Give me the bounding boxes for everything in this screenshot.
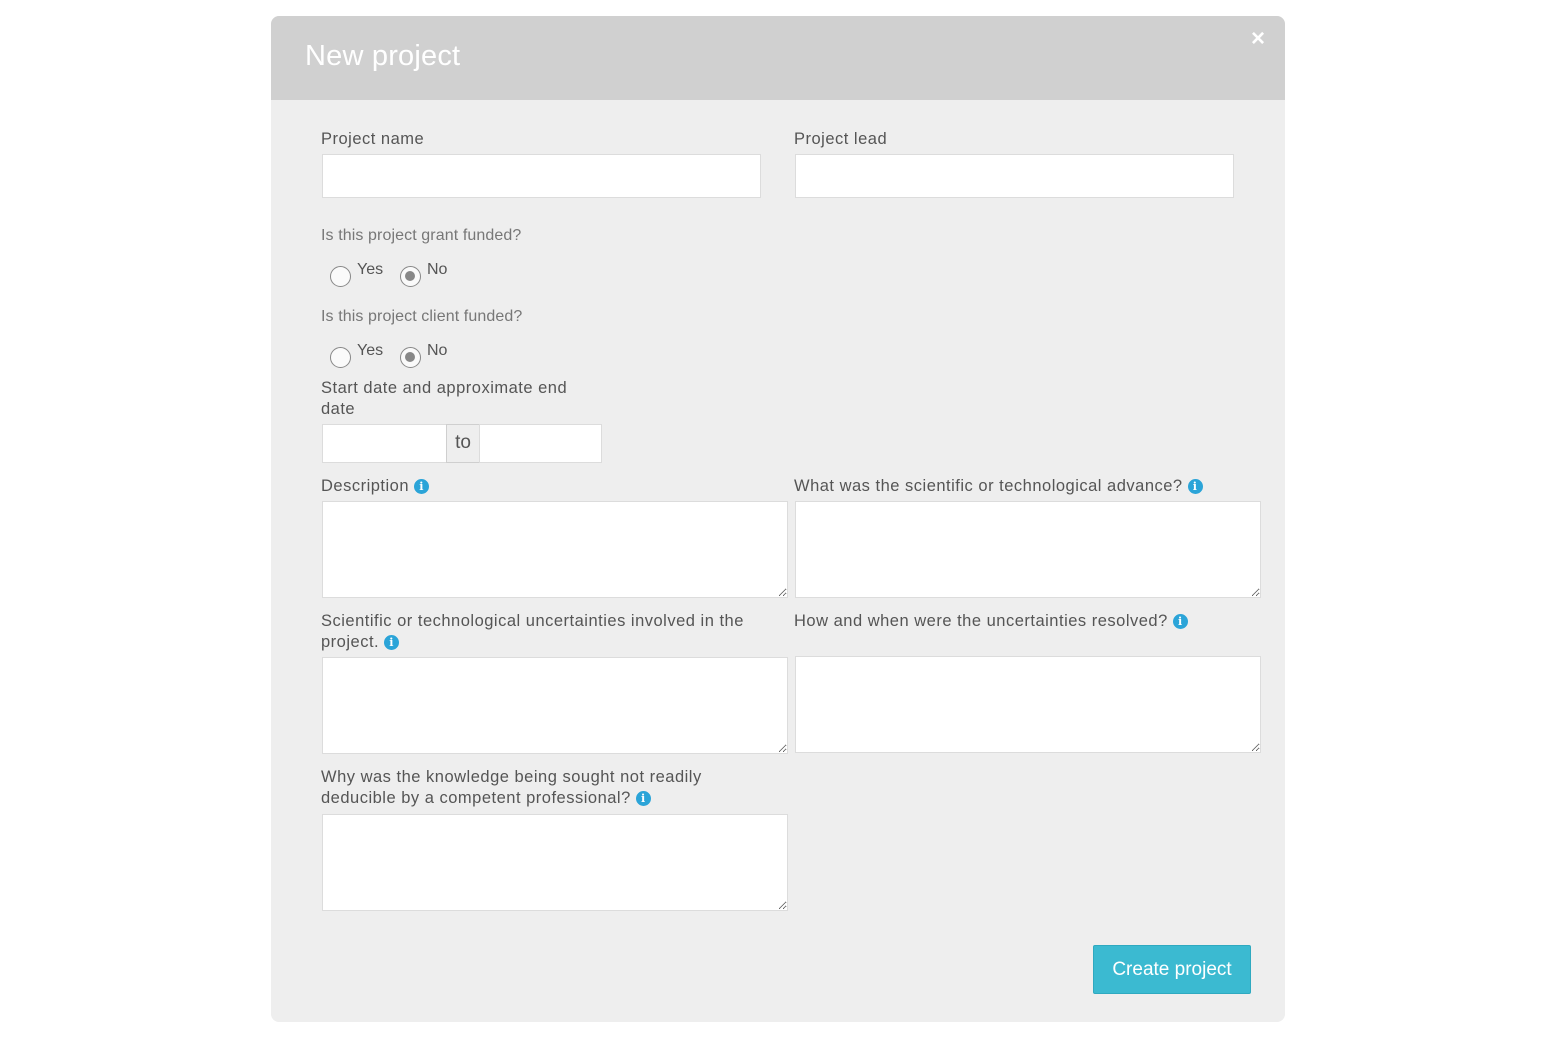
- project-lead-label: Project lead: [794, 130, 888, 148]
- project-lead-input[interactable]: [795, 154, 1234, 198]
- uncertainties-textarea[interactable]: [322, 657, 788, 754]
- info-icon[interactable]: i: [384, 635, 400, 650]
- resolved-label-text: How and when were the uncertainties reso…: [794, 612, 1168, 630]
- end-date-input[interactable]: [479, 424, 602, 463]
- radio-circle-checked[interactable]: [400, 266, 421, 287]
- knowledge-label-line2: deducible by a competent professional?: [321, 789, 631, 807]
- uncertainties-label: Scientific or technological uncertaintie…: [321, 611, 744, 653]
- radio-circle[interactable]: [330, 347, 351, 368]
- client-funded-yes-radio[interactable]: Yes: [330, 342, 384, 368]
- knowledge-textarea[interactable]: [322, 814, 788, 911]
- dates-label-line2: date: [321, 400, 356, 418]
- knowledge-label: Why was the knowledge being sought not r…: [321, 767, 702, 809]
- uncertainties-label-line2: project.: [321, 633, 380, 651]
- description-label-text: Description: [321, 477, 410, 495]
- info-icon[interactable]: i: [414, 479, 430, 494]
- dates-label: Start date and approximate end date: [321, 378, 567, 420]
- date-range-separator: to: [446, 424, 480, 463]
- modal-title: New project: [305, 40, 461, 72]
- project-name-input[interactable]: [322, 154, 761, 198]
- grant-funded-yes-radio[interactable]: Yes: [330, 261, 384, 287]
- client-funded-question: Is this project client funded?: [321, 308, 523, 325]
- uncertainties-label-line1: Scientific or technological uncertaintie…: [321, 612, 744, 630]
- grant-funded-no-radio[interactable]: No: [400, 261, 448, 287]
- project-name-label: Project name: [321, 130, 425, 148]
- advance-label-text: What was the scientific or technological…: [794, 477, 1183, 495]
- description-label: Description i: [321, 476, 430, 497]
- info-icon[interactable]: i: [1187, 479, 1203, 494]
- resolved-textarea[interactable]: [795, 656, 1261, 753]
- radio-label: No: [427, 342, 448, 359]
- start-date-input[interactable]: [322, 424, 447, 463]
- description-textarea[interactable]: [322, 501, 788, 598]
- knowledge-label-line1: Why was the knowledge being sought not r…: [321, 768, 702, 786]
- advance-label: What was the scientific or technological…: [794, 476, 1203, 497]
- modal-header: New project ×: [271, 16, 1285, 100]
- advance-textarea[interactable]: [795, 501, 1261, 598]
- info-icon[interactable]: i: [635, 791, 651, 806]
- close-icon[interactable]: ×: [1245, 26, 1271, 52]
- new-project-modal: New project × Project name Project lead …: [271, 16, 1285, 1022]
- radio-label: Yes: [357, 342, 384, 359]
- grant-funded-question: Is this project grant funded?: [321, 227, 522, 244]
- dates-label-line1: Start date and approximate end: [321, 379, 568, 397]
- client-funded-no-radio[interactable]: No: [400, 342, 448, 368]
- info-icon[interactable]: i: [1172, 614, 1188, 629]
- create-project-button[interactable]: Create project: [1093, 945, 1251, 994]
- radio-circle-checked[interactable]: [400, 347, 421, 368]
- radio-label: No: [427, 261, 448, 278]
- radio-label: Yes: [357, 261, 384, 278]
- resolved-label: How and when were the uncertainties reso…: [794, 611, 1188, 632]
- radio-circle[interactable]: [330, 266, 351, 287]
